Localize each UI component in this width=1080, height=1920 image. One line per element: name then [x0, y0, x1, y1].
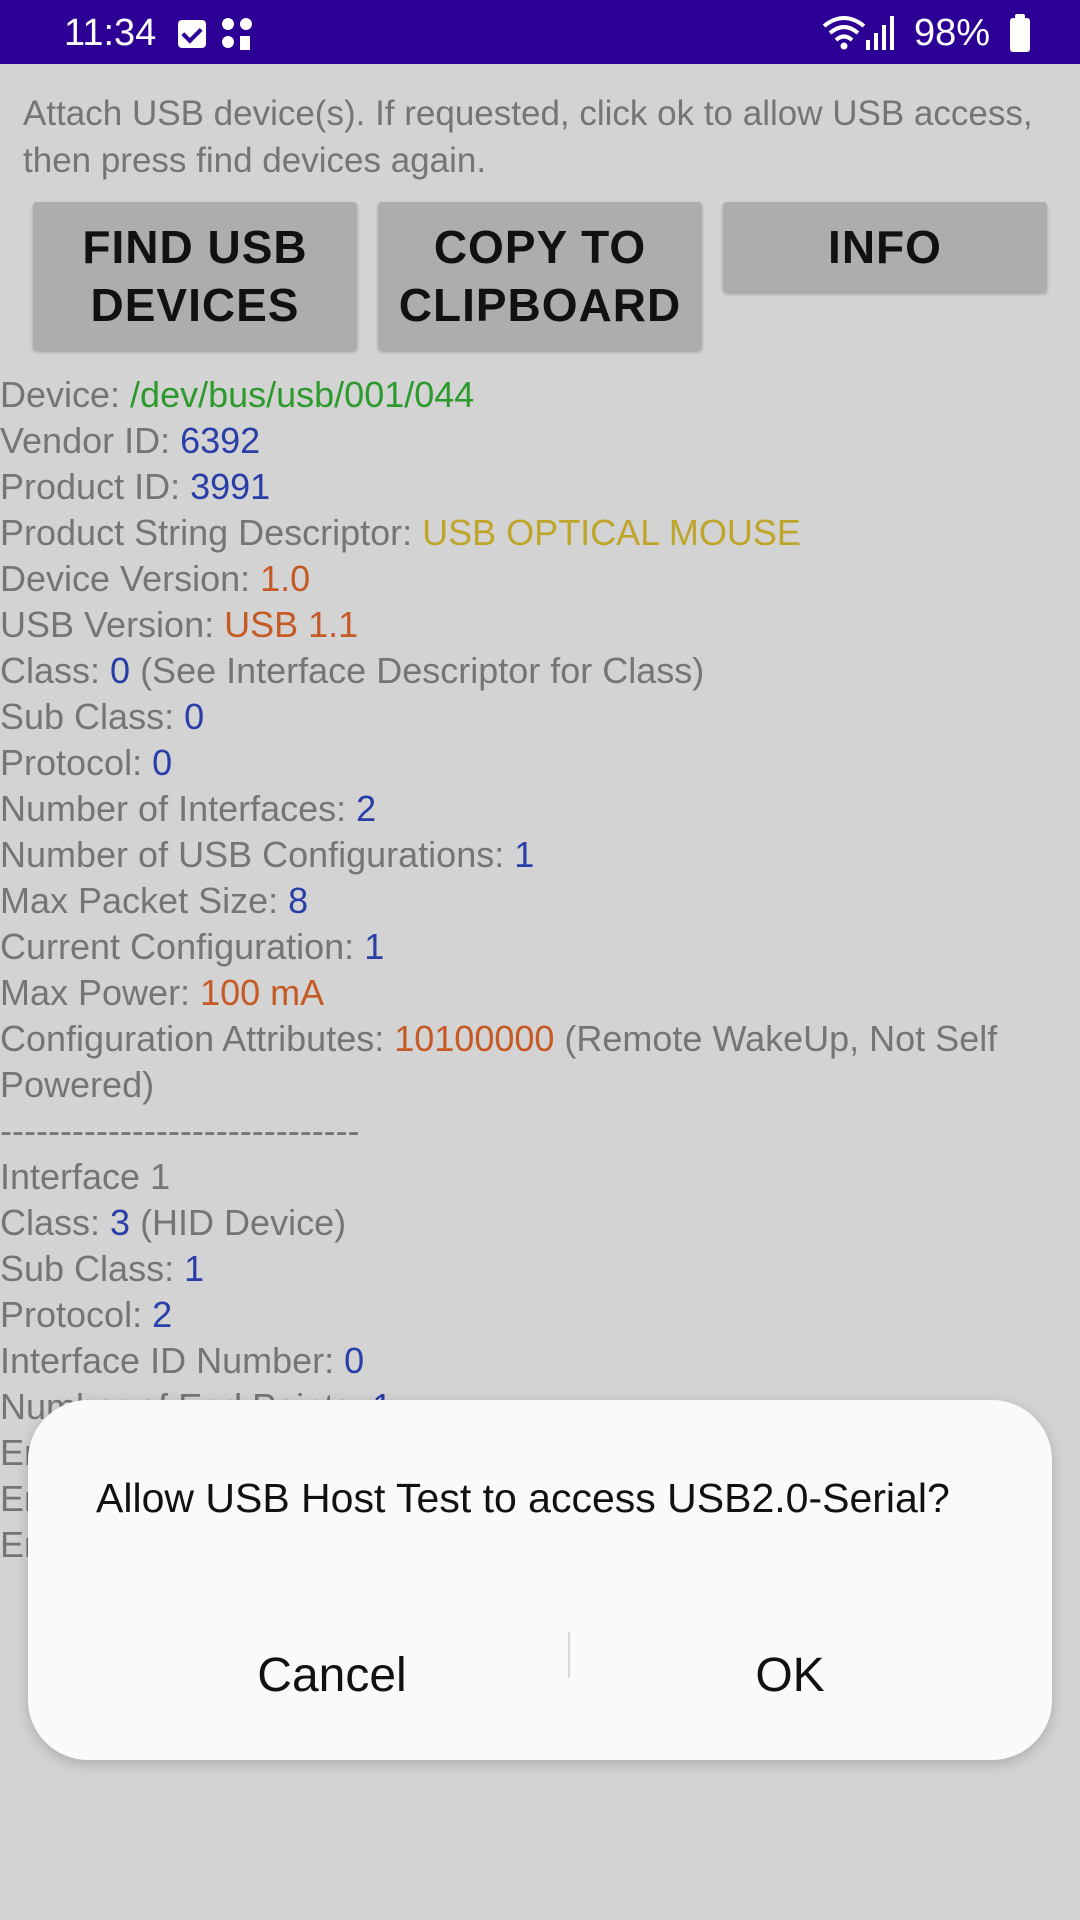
detail-row: Max Packet Size: 8 — [0, 878, 1080, 924]
detail-label: Device: — [0, 374, 131, 415]
detail-value: 3991 — [190, 466, 271, 507]
ok-button[interactable]: OK — [580, 1630, 1000, 1720]
detail-value: 1 — [364, 926, 385, 967]
detail-value: 3 — [110, 1202, 131, 1243]
detail-label: USB Version: — [0, 604, 225, 645]
dialog-divider — [568, 1632, 570, 1678]
detail-row: Sub Class: 1 — [0, 1246, 1080, 1292]
detail-row: Configuration Attributes: 10100000 (Remo… — [0, 1016, 1080, 1108]
info-button[interactable]: INFO — [723, 202, 1047, 292]
detail-label: Product ID: — [0, 466, 191, 507]
battery-percentage: 98% — [913, 12, 990, 54]
detail-value: 0 — [152, 742, 173, 783]
detail-row: Number of Interfaces: 2 — [0, 786, 1080, 832]
detail-label: Protocol: — [0, 742, 153, 783]
detail-value: 0 — [344, 1340, 365, 1381]
find-usb-devices-button[interactable]: FIND USB DEVICES — [33, 202, 357, 350]
detail-value: USB OPTICAL MOUSE — [422, 512, 801, 553]
detail-row: Sub Class: 0 — [0, 694, 1080, 740]
detail-value: 6392 — [180, 420, 261, 461]
detail-row: Max Power: 100 mA — [0, 970, 1080, 1016]
detail-label: Max Power: — [0, 972, 201, 1013]
separator: ------------------------------ — [0, 1110, 360, 1151]
detail-value: 1 — [514, 834, 535, 875]
detail-value: 2 — [356, 788, 377, 829]
detail-label: Sub Class: — [0, 696, 185, 737]
detail-label: Protocol: — [0, 1294, 153, 1335]
detail-note: (HID Device) — [130, 1202, 347, 1243]
detail-row: Current Configuration: 1 — [0, 924, 1080, 970]
detail-row: Interface ID Number: 0 — [0, 1338, 1080, 1384]
interface-title: Interface 1 — [0, 1156, 171, 1197]
dialog-title: Allow USB Host Test to access USB2.0-Ser… — [96, 1475, 950, 1521]
apps-download-icon — [222, 18, 256, 52]
detail-value: 8 — [288, 880, 309, 921]
usb-permission-dialog: Allow USB Host Test to access USB2.0-Ser… — [28, 1400, 1052, 1760]
task-check-icon — [178, 20, 206, 48]
detail-label: Current Configuration: — [0, 926, 365, 967]
detail-label: Configuration Attributes: — [0, 1018, 395, 1059]
detail-row: USB Version: USB 1.1 — [0, 602, 1080, 648]
device-rows: Device: /dev/bus/usb/001/044 Vendor ID: 6… — [0, 372, 1080, 1108]
cancel-button[interactable]: Cancel — [122, 1630, 542, 1720]
detail-row: Device: /dev/bus/usb/001/044 — [0, 372, 1080, 418]
detail-label: Max Packet Size: — [0, 880, 289, 921]
status-time: 11:34 — [64, 12, 157, 54]
detail-row: Number of USB Configurations: 1 — [0, 832, 1080, 878]
detail-label: Interface ID Number: — [0, 1340, 345, 1381]
detail-row: Protocol: 0 — [0, 740, 1080, 786]
status-bar: 11:34 98% — [0, 0, 1080, 64]
detail-value: 2 — [152, 1294, 173, 1335]
detail-label: Class: — [0, 1202, 111, 1243]
detail-value: /dev/bus/usb/001/044 — [130, 374, 475, 415]
wifi-icon — [822, 16, 866, 50]
detail-note: (See Interface Descriptor for Class) — [130, 650, 705, 691]
detail-row: Product String Descriptor: USB OPTICAL M… — [0, 510, 1080, 556]
copy-to-clipboard-button[interactable]: COPY TO CLIPBOARD — [378, 202, 702, 350]
detail-value: 10100000 — [394, 1018, 555, 1059]
device-details: Device: /dev/bus/usb/001/044 Vendor ID: 6… — [0, 372, 1080, 1568]
detail-label: Device Version: — [0, 558, 261, 599]
detail-label: Product String Descriptor: — [0, 512, 423, 553]
detail-label: Number of USB Configurations: — [0, 834, 515, 875]
detail-value: 1 — [184, 1248, 205, 1289]
detail-value: 1.0 — [260, 558, 311, 599]
detail-label: Number of Interfaces: — [0, 788, 357, 829]
detail-value: 0 — [184, 696, 205, 737]
detail-label: Sub Class: — [0, 1248, 185, 1289]
detail-row: Class: 3 (HID Device) — [0, 1200, 1080, 1246]
battery-icon — [1010, 14, 1030, 52]
interface-rows: Class: 3 (HID Device) Sub Class: 1 Protoco… — [0, 1200, 1080, 1430]
detail-row: Class: 0 (See Interface Descriptor for C… — [0, 648, 1080, 694]
detail-row: Product ID: 3991 — [0, 464, 1080, 510]
detail-row: Vendor ID: 6392 — [0, 418, 1080, 464]
signal-icon — [866, 16, 894, 50]
detail-row: Device Version: 1.0 — [0, 556, 1080, 602]
detail-value: 100 mA — [200, 972, 325, 1013]
detail-label: Vendor ID: — [0, 420, 181, 461]
detail-value: 0 — [110, 650, 131, 691]
instructions-text: Attach USB device(s). If requested, clic… — [23, 94, 1033, 180]
detail-row: Protocol: 2 — [0, 1292, 1080, 1338]
detail-label: Class: — [0, 650, 111, 691]
detail-value: USB 1.1 — [224, 604, 359, 645]
